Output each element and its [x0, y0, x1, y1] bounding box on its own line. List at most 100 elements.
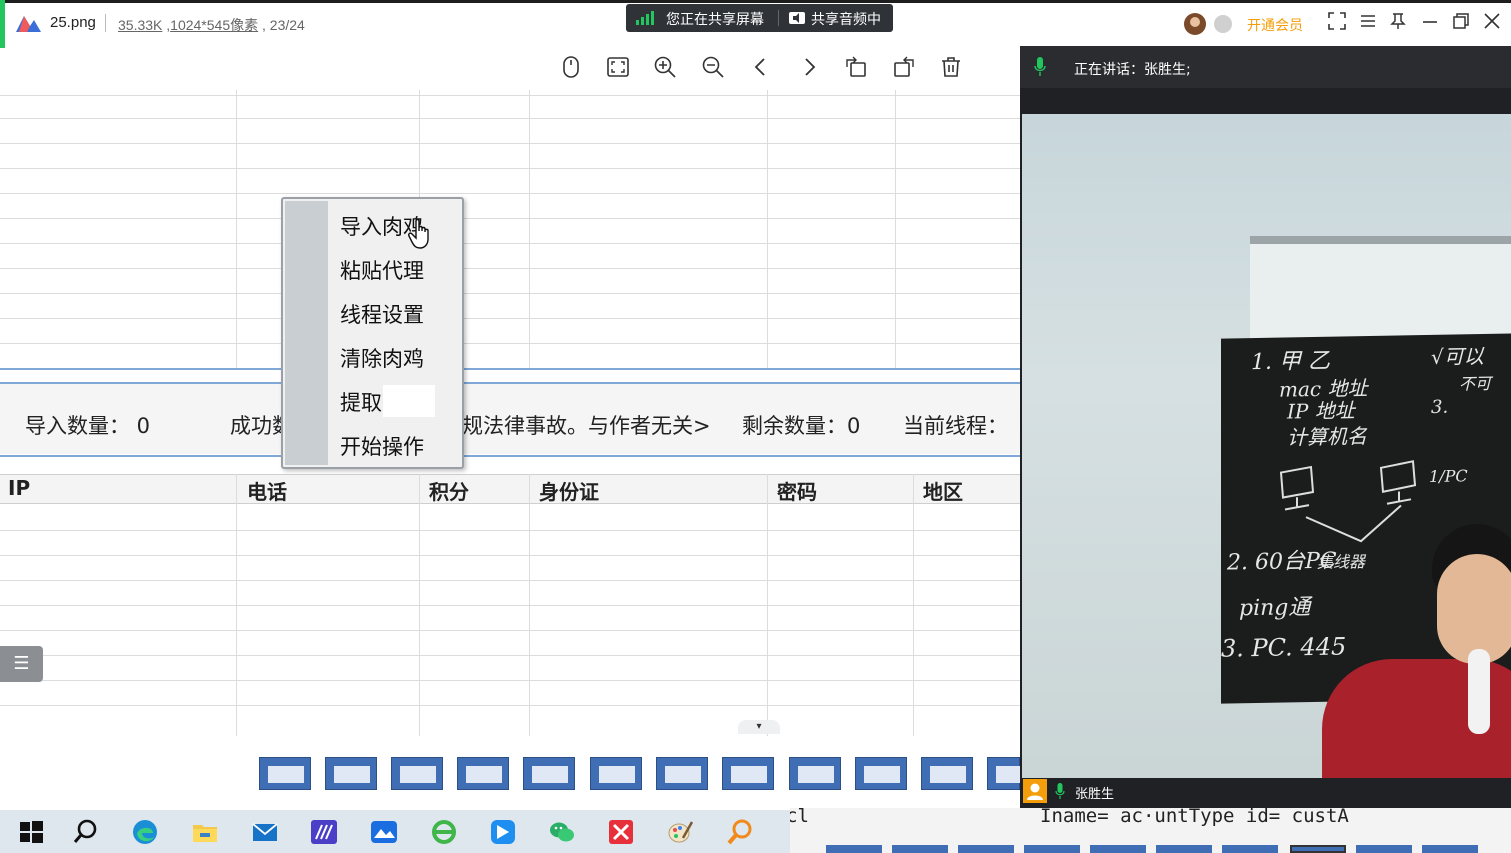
background-thumbnail: [1222, 845, 1278, 853]
magnifier-app-icon[interactable]: [726, 818, 754, 846]
column-header-phone: 电话: [247, 480, 287, 504]
grid-line: [0, 318, 1020, 319]
thumbnail[interactable]: [921, 757, 973, 790]
file-explorer-icon[interactable]: [191, 818, 219, 846]
separator: [105, 14, 106, 32]
context-menu-blank: [383, 385, 435, 417]
thumbnail[interactable]: [855, 757, 907, 790]
next-icon[interactable]: [797, 55, 821, 79]
windows-start-icon[interactable]: [17, 818, 45, 846]
fit-screen-icon[interactable]: [606, 55, 630, 79]
column-header-id-card: 身份证: [539, 480, 599, 504]
file-size[interactable]: 35.33K: [118, 17, 162, 33]
remaining-count: 剩余数量：0: [742, 414, 861, 438]
grid-line: [0, 343, 1020, 344]
thumbnail[interactable]: [259, 757, 311, 790]
delete-icon[interactable]: [939, 55, 963, 79]
participant-avatar-icon: [1023, 779, 1047, 803]
file-meta: 35.33K ,1024*545像素 , 23/24: [118, 17, 305, 33]
rotate-left-icon[interactable]: [844, 55, 868, 79]
mail-icon[interactable]: [251, 818, 279, 846]
menu-icon[interactable]: [1360, 12, 1376, 30]
grid-line: [236, 474, 237, 736]
column-header-password: 密码: [777, 480, 817, 504]
restore-icon[interactable]: [1452, 12, 1470, 30]
screen-share-indicator[interactable]: 您正在共享屏幕 共享音频中: [626, 4, 893, 32]
thumbnail[interactable]: [391, 757, 443, 790]
table-header-row: [0, 474, 1020, 504]
column-header-ip: IP: [8, 476, 31, 500]
minimize-icon[interactable]: [1422, 12, 1438, 30]
thumbnail[interactable]: [325, 757, 377, 790]
context-menu: 导入肉鸡 粘贴代理 线程设置 清除肉鸡 提取 开始操作: [281, 197, 464, 469]
hand-cursor-icon: [408, 218, 429, 249]
speaker-video[interactable]: 1. 甲 乙 mac 地址 IP 地址 计算机名 2. 60台PC ping通 …: [1022, 114, 1511, 778]
zoom-out-icon[interactable]: [701, 55, 725, 79]
grid-line: [0, 293, 1020, 294]
divider: [0, 368, 1020, 370]
edge-browser-icon[interactable]: [131, 818, 159, 846]
thumbnail[interactable]: [523, 757, 575, 790]
xmind-app-icon[interactable]: [607, 818, 635, 846]
prev-icon[interactable]: [749, 55, 773, 79]
rotate-right-icon[interactable]: [892, 55, 916, 79]
fullscreen-icon[interactable]: [1328, 12, 1346, 30]
grid-line: [0, 95, 1020, 96]
feishu-app-icon[interactable]: [489, 818, 517, 846]
handheld-microphone: [1468, 649, 1490, 734]
menu-item-extract[interactable]: 提取: [340, 387, 382, 417]
menu-item-paste-proxy[interactable]: 粘贴代理: [340, 255, 424, 285]
grid-line: [0, 555, 1020, 556]
thumbnail[interactable]: [457, 757, 509, 790]
menu-item-clear[interactable]: 清除肉鸡: [340, 343, 424, 373]
chalk-text: 计算机名: [1287, 424, 1367, 450]
thumbnail[interactable]: [590, 757, 642, 790]
vip-badge-icon: [1214, 15, 1232, 33]
menu-item-start[interactable]: 开始操作: [340, 431, 424, 461]
photos-app-icon[interactable]: [370, 818, 398, 846]
grid-line: [0, 168, 1020, 169]
list-toggle-button[interactable]: ☰: [0, 646, 43, 682]
participant-mic-icon: [1055, 783, 1065, 799]
thumbnail[interactable]: [656, 757, 708, 790]
thumbnail[interactable]: [722, 757, 774, 790]
close-icon[interactable]: [1483, 12, 1501, 30]
background-thumbnail: [1290, 845, 1346, 853]
ie-browser-icon[interactable]: [430, 818, 458, 846]
wechat-icon[interactable]: [548, 818, 576, 846]
file-dimensions[interactable]: 1024*545像素: [170, 17, 258, 33]
microphone-icon: [1034, 57, 1046, 76]
pin-icon[interactable]: [1390, 12, 1406, 30]
background-thumbnail: [1090, 845, 1146, 853]
background-thumbnail: [826, 845, 882, 853]
editor-app-icon[interactable]: [310, 818, 338, 846]
collapse-thumbnails-icon[interactable]: ▾: [738, 720, 780, 734]
user-avatar[interactable]: [1184, 13, 1206, 35]
chalk-text: 不可: [1459, 373, 1492, 394]
chalk-text: ping通: [1239, 595, 1311, 622]
mouse-icon[interactable]: [559, 55, 583, 79]
grid-line: [0, 680, 1020, 681]
thumbnail[interactable]: [789, 757, 841, 790]
grid-line: [0, 580, 1020, 581]
background-thumbnail: [892, 845, 948, 853]
file-name: 25.png: [50, 14, 96, 31]
grid-line: [0, 705, 1020, 706]
thumbnail[interactable]: [987, 757, 1032, 790]
grid-line: [0, 655, 1020, 656]
zoom-in-icon[interactable]: [653, 55, 677, 79]
column-header-region: 地区: [923, 480, 963, 504]
current-thread: 当前线程：: [903, 414, 1008, 438]
grid-line: [0, 218, 1020, 219]
search-icon[interactable]: [72, 818, 100, 846]
import-count: 导入数量： 0: [25, 414, 151, 438]
grid-line: [0, 530, 1020, 531]
vip-link[interactable]: 开通会员: [1247, 15, 1303, 35]
file-index: 23/24: [269, 17, 305, 33]
menu-item-thread-settings[interactable]: 线程设置: [340, 299, 424, 329]
background-thumbnail: [1422, 845, 1478, 853]
grid-line: [0, 605, 1020, 606]
chalk-text: 集线器: [1317, 552, 1366, 572]
paint-app-icon[interactable]: [667, 818, 695, 846]
participant-name: 张胜生: [1075, 787, 1115, 802]
